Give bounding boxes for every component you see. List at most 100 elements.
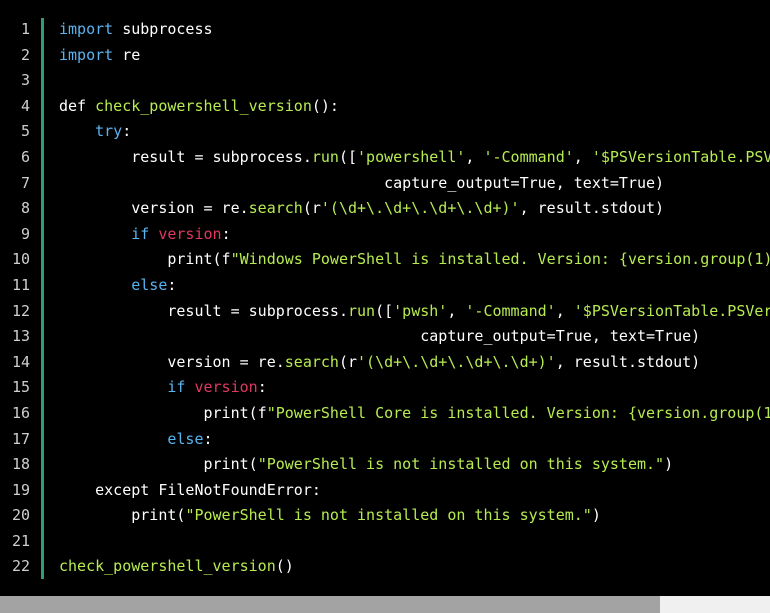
line-number: 3: [20, 71, 30, 90]
code-line: 14 version = re.search(r'(\d+\.\d+\.\d+\…: [0, 350, 770, 376]
code-token: version: [158, 224, 222, 243]
line-source: result = subprocess.run(['pwsh', '-Comma…: [59, 299, 770, 325]
code-token: subprocess: [113, 20, 213, 38]
code-token: else: [131, 275, 168, 294]
code-token: "Windows PowerShell is installed. Versio…: [230, 250, 770, 269]
code-token: ,: [447, 301, 466, 320]
line-number: 14: [11, 352, 30, 371]
code-line: 12 result = subprocess.run(['pwsh', '-Co…: [0, 299, 770, 325]
code-token: run: [347, 301, 376, 320]
line-source: print(f"PowerShell Core is installed. Ve…: [59, 401, 770, 427]
line-number: 13: [11, 327, 30, 346]
line-source: check_powershell_version(): [59, 554, 294, 580]
line-number: 8: [20, 199, 30, 218]
code-token: else: [167, 429, 204, 448]
line-source: try:: [59, 119, 131, 145]
code-token: re: [113, 45, 141, 64]
code-token: except FileNotFoundError:: [59, 480, 321, 499]
code-line: 15 if version:: [0, 375, 770, 401]
code-line: 4 def check_powershell_version():: [0, 94, 770, 120]
code-editor[interactable]: 1 import subprocess 2 import re 3 4 def check_…: [0, 0, 770, 613]
code-token: print(f: [59, 403, 267, 422]
code-token: ): [664, 455, 674, 474]
code-line: 18 print("PowerShell is not installed on…: [0, 452, 770, 478]
code-token: '$PSVersionTable.PSVersion.ToString()': [591, 147, 770, 166]
code-token: "PowerShell is not installed on this sys…: [257, 455, 665, 474]
code-line: 16 print(f"PowerShell Core is installed.…: [0, 401, 770, 427]
line-number: 11: [11, 275, 30, 294]
line-number: 20: [11, 506, 30, 525]
line-number: 7: [20, 173, 30, 192]
line-source: if version:: [59, 375, 266, 401]
line-number: 21: [11, 531, 30, 550]
code-line: 2 import re: [0, 43, 770, 69]
code-token: :: [221, 224, 231, 243]
code-token: print(: [59, 455, 258, 474]
code-token: print(f: [59, 250, 231, 269]
line-source: else:: [59, 427, 213, 453]
line-number: 17: [11, 429, 30, 448]
code-token: capture_output=True, text=True): [59, 327, 701, 346]
horizontal-scrollbar[interactable]: [0, 596, 770, 613]
line-number: 1: [20, 20, 30, 38]
code-token: import: [59, 20, 114, 38]
line-number: 18: [11, 455, 30, 474]
line-number: 22: [11, 557, 30, 576]
line-number: 16: [11, 403, 30, 422]
code-token: '-Command': [483, 147, 574, 166]
code-token: , result.stdout): [519, 199, 665, 218]
code-line: 6 result = subprocess.run(['powershell',…: [0, 145, 770, 171]
line-source: def check_powershell_version():: [59, 94, 339, 120]
code-token: check_powershell_version: [59, 557, 276, 576]
code-token: search: [248, 199, 303, 218]
code-token: :: [167, 275, 177, 294]
code-token: run: [311, 147, 339, 166]
line-source: version = re.search(r'(\d+\.\d+\.\d+\.\d…: [59, 196, 664, 222]
code-line: 3: [0, 68, 770, 94]
code-token: ([: [375, 301, 394, 320]
line-number: 15: [11, 378, 30, 397]
code-token: ,: [465, 147, 484, 166]
code-token: 'powershell': [357, 147, 466, 166]
code-line: 10 print(f"Windows PowerShell is install…: [0, 247, 770, 273]
code-token: :: [203, 429, 213, 448]
code-token: ,: [573, 147, 592, 166]
code-token: check_powershell_version: [95, 96, 312, 115]
scrollbar-thumb[interactable]: [0, 596, 660, 613]
code-token: version: [194, 378, 258, 397]
code-token: "PowerShell Core is installed. Version: …: [266, 403, 770, 422]
line-number: 4: [20, 96, 30, 115]
code-token: "PowerShell is not installed on this sys…: [185, 506, 592, 525]
code-token: , result.stdout): [555, 352, 701, 371]
line-source: print("PowerShell is not installed on th…: [59, 452, 673, 478]
line-number: 9: [20, 224, 30, 243]
code-token: :: [122, 122, 132, 141]
code-token: import: [59, 45, 114, 64]
line-source: import re: [59, 43, 140, 69]
line-number: 5: [20, 122, 30, 141]
code-token: '(\d+\.\d+\.\d+\.\d+)': [357, 352, 556, 371]
code-token: '$PSVersionTable.PSVersion.ToString()': [573, 301, 770, 320]
line-number: 6: [20, 147, 30, 166]
line-number: 10: [11, 250, 30, 269]
line-source: capture_output=True, text=True): [59, 324, 700, 350]
code-line: 7 capture_output=True, text=True): [0, 171, 770, 197]
code-token: if: [131, 224, 150, 243]
code-token: try: [95, 122, 123, 141]
line-source: import subprocess: [59, 17, 213, 43]
line-number: 19: [11, 480, 30, 499]
code-line: 22 check_powershell_version(): [0, 554, 770, 580]
code-token: result = subprocess.: [59, 147, 312, 166]
line-number: 12: [11, 301, 30, 320]
code-area[interactable]: 1 import subprocess 2 import re 3 4 def check_…: [0, 17, 770, 580]
code-line: 8 version = re.search(r'(\d+\.\d+\.\d+\.…: [0, 196, 770, 222]
code-line: 21: [0, 529, 770, 555]
code-token: ,: [555, 301, 574, 320]
code-token: (): [275, 557, 294, 576]
code-token: ([: [338, 147, 358, 166]
code-token: search: [284, 352, 339, 371]
